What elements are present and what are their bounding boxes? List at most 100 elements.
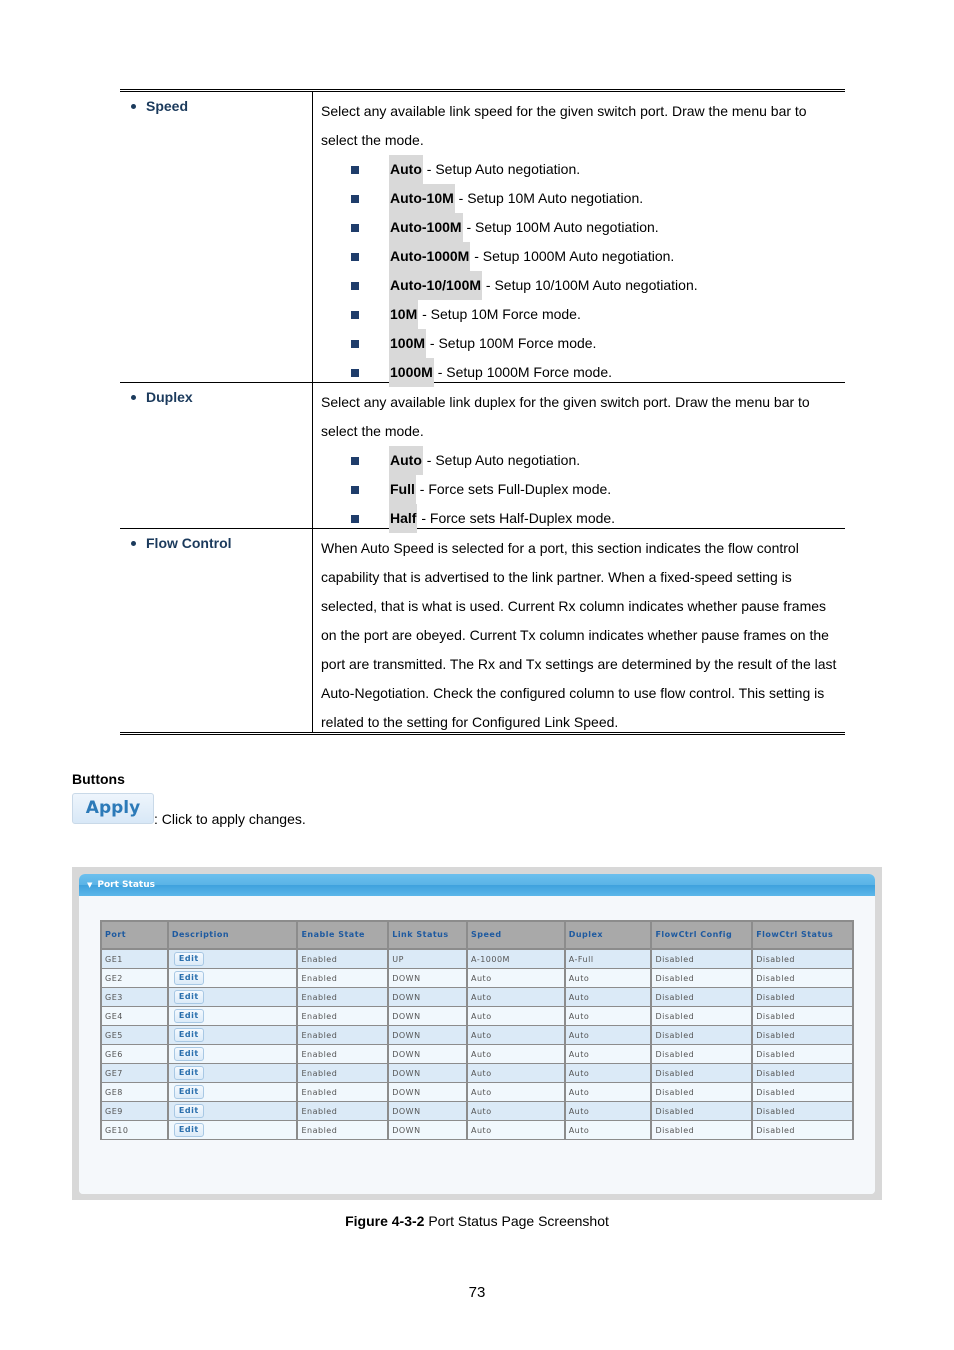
collapse-arrow-icon[interactable]: ▼ xyxy=(87,874,92,896)
table-row: GE10 Edit Enabled DOWN Auto Auto Disabled Disab… xyxy=(100,1120,854,1140)
duplex-cell: Auto xyxy=(563,1063,653,1083)
edit-button[interactable]: Edit xyxy=(173,1085,204,1099)
edit-button[interactable]: Edit xyxy=(173,1047,204,1061)
port-cell: GE7 xyxy=(100,1063,169,1083)
square-bullet-icon xyxy=(351,165,359,174)
parameter-definition-table: Speed Select any available link speed fo… xyxy=(120,89,845,735)
edit-button[interactable]: Edit xyxy=(173,1028,204,1042)
description-cell: Edit xyxy=(166,987,299,1007)
square-bullet-icon xyxy=(351,514,359,523)
flowctrl-config-cell: Disabled xyxy=(650,1025,754,1045)
duplex-cell: Auto xyxy=(563,1082,653,1102)
port-cell: GE10 xyxy=(100,1120,169,1140)
term-label: Flow Control xyxy=(146,535,232,551)
table-row: GE1 Edit Enabled UP A-1000M A-Full Disabled Dis… xyxy=(100,948,854,969)
option-item: Auto-10M - Setup 10M Auto negotiation. xyxy=(321,184,837,213)
edit-button[interactable]: Edit xyxy=(173,990,204,1004)
edit-button[interactable]: Edit xyxy=(173,1104,204,1118)
apply-button[interactable]: Apply xyxy=(72,793,154,824)
description-cell: Edit xyxy=(166,948,299,969)
square-bullet-icon xyxy=(351,194,359,203)
flowctrl-config-cell: Disabled xyxy=(650,1082,754,1102)
table-header-row: Port Description Enable State Link Statu… xyxy=(100,920,854,950)
edit-button[interactable]: Edit xyxy=(173,1066,204,1080)
link-status-cell: DOWN xyxy=(387,1025,469,1045)
option-text: - Setup 10M Auto negotiation. xyxy=(454,190,644,206)
edit-button[interactable]: Edit xyxy=(173,1009,204,1023)
flowctrl-status-cell: Disabled xyxy=(751,1044,854,1064)
link-status-cell: DOWN xyxy=(387,1120,469,1140)
option-text: - Setup Auto negotiation. xyxy=(422,161,581,177)
option-item: Auto - Setup Auto negotiation. xyxy=(321,155,837,184)
edit-button[interactable]: Edit xyxy=(173,1123,204,1137)
buttons-heading: Buttons xyxy=(72,771,125,787)
enable-state-cell: Enabled xyxy=(296,1120,390,1140)
link-status-cell: DOWN xyxy=(387,1082,469,1102)
description-cell: Edit xyxy=(166,1006,299,1026)
definition-row-flow-control: Flow Control When Auto Speed is selected… xyxy=(120,528,845,732)
speed-cell: Auto xyxy=(466,1082,566,1102)
speed-cell: Auto xyxy=(466,1063,566,1083)
duplex-cell: Auto xyxy=(563,968,653,988)
flowctrl-config-cell: Disabled xyxy=(650,1101,754,1121)
flowctrl-status-cell: Disabled xyxy=(751,1082,854,1102)
page-number: 73 xyxy=(468,1284,486,1301)
panel-header[interactable]: ▼ Port Status xyxy=(79,874,875,896)
port-cell: GE1 xyxy=(100,948,169,969)
column-header-duplex: Duplex xyxy=(563,920,653,950)
description-text: When Auto Speed is selected for a port, … xyxy=(321,540,837,730)
square-bullet-icon xyxy=(351,310,359,319)
square-bullet-icon xyxy=(351,252,359,261)
edit-button[interactable]: Edit xyxy=(173,971,204,985)
flowctrl-config-cell: Disabled xyxy=(650,968,754,988)
speed-cell: Auto xyxy=(466,968,566,988)
description-cell: When Auto Speed is selected for a port, … xyxy=(313,529,845,732)
option-item: 100M - Setup 100M Force mode. xyxy=(321,329,837,358)
flowctrl-status-cell: Disabled xyxy=(751,1063,854,1083)
link-status-cell: DOWN xyxy=(387,1044,469,1064)
description-text: Select any available link speed for the … xyxy=(321,103,807,148)
enable-state-cell: Enabled xyxy=(296,1044,390,1064)
flowctrl-status-cell: Disabled xyxy=(751,1006,854,1026)
option-item: Auto-10/100M - Setup 10/100M Auto negoti… xyxy=(321,271,837,300)
link-status-cell: DOWN xyxy=(387,1101,469,1121)
speed-cell: A-1000M xyxy=(466,948,566,969)
option-text: - Setup 10/100M Auto negotiation. xyxy=(482,277,698,293)
option-key: Auto-1000M xyxy=(389,242,471,271)
table-row: GE8 Edit Enabled DOWN Auto Auto Disabled Disabl… xyxy=(100,1082,854,1102)
duplex-cell: A-Full xyxy=(563,948,653,969)
figure-caption: Figure 4-3-2 Port Status Page Screenshot xyxy=(0,1213,954,1229)
description-cell: Edit xyxy=(166,1120,299,1140)
column-header-enable-state: Enable State xyxy=(296,920,390,950)
square-bullet-icon xyxy=(351,485,359,494)
flowctrl-status-cell: Disabled xyxy=(751,948,854,969)
description-cell: Edit xyxy=(166,968,299,988)
table-row: GE5 Edit Enabled DOWN Auto Auto Disabled Disabl… xyxy=(100,1025,854,1045)
description-cell: Edit xyxy=(166,1063,299,1083)
table-row: GE6 Edit Enabled DOWN Auto Auto Disabled Disabl… xyxy=(100,1044,854,1064)
option-item: Auto-100M - Setup 100M Auto negotiation. xyxy=(321,213,837,242)
speed-cell: Auto xyxy=(466,1006,566,1026)
speed-cell: Auto xyxy=(466,1044,566,1064)
option-key: Auto-10M xyxy=(389,184,455,213)
column-header-port: Port xyxy=(100,920,169,950)
port-table-body: GE1 Edit Enabled UP A-1000M A-Full Disabled Dis… xyxy=(100,948,854,1140)
enable-state-cell: Enabled xyxy=(296,1006,390,1026)
option-key: Full xyxy=(389,475,416,504)
duplex-cell: Auto xyxy=(563,1025,653,1045)
square-bullet-icon xyxy=(351,281,359,290)
option-key: 10M xyxy=(389,300,419,329)
flowctrl-config-cell: Disabled xyxy=(650,1006,754,1026)
duplex-cell: Auto xyxy=(563,1044,653,1064)
flowctrl-config-cell: Disabled xyxy=(650,948,754,969)
term-cell: Speed xyxy=(120,92,313,382)
port-cell: GE9 xyxy=(100,1101,169,1121)
speed-cell: Auto xyxy=(466,1025,566,1045)
panel-title: Port Status xyxy=(97,880,155,890)
edit-button[interactable]: Edit xyxy=(173,952,204,966)
square-bullet-icon xyxy=(351,456,359,465)
flowctrl-status-cell: Disabled xyxy=(751,987,854,1007)
option-text: - Setup 10M Force mode. xyxy=(418,306,581,322)
option-key: Auto xyxy=(389,155,423,184)
column-header-flowctrl-config: FlowCtrl Config xyxy=(650,920,754,950)
